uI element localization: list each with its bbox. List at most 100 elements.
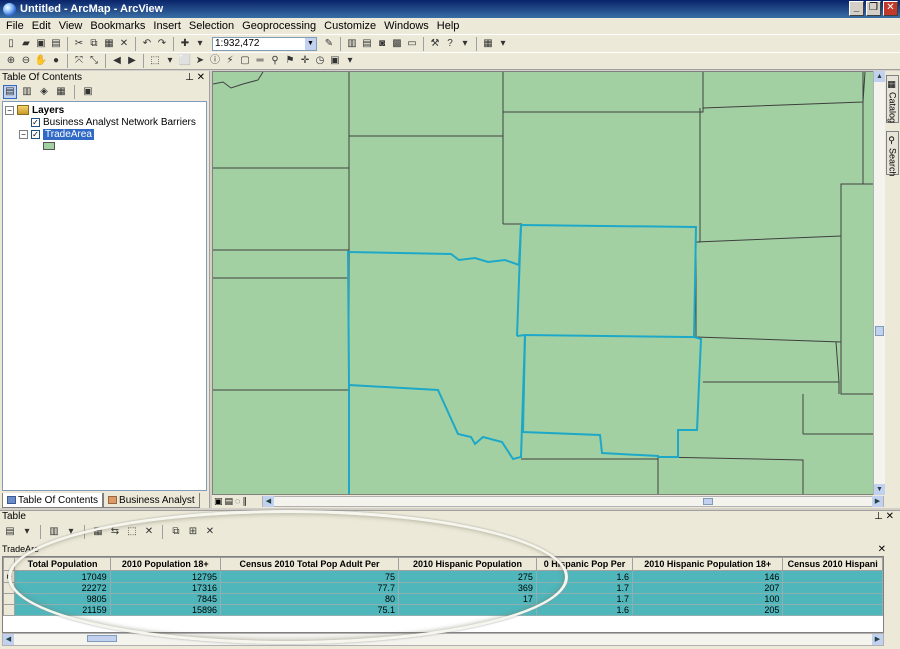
html-popup-icon[interactable]: ▢ bbox=[238, 54, 252, 68]
table-cell[interactable]: 9805 bbox=[14, 593, 111, 605]
attribute-table-grid[interactable]: Total Population 2010 Population 18+ Cen… bbox=[2, 556, 884, 633]
table-cell[interactable]: 75.1 bbox=[219, 604, 400, 616]
menu-file[interactable]: File bbox=[4, 20, 30, 32]
table-cell[interactable]: 22272 bbox=[14, 582, 111, 594]
layer-item-network-barriers[interactable]: ✓ Business Analyst Network Barriers bbox=[5, 116, 204, 128]
copy-records-icon[interactable]: ⧉ bbox=[169, 525, 183, 539]
clear-selection-icon[interactable]: ⬚ bbox=[125, 525, 139, 539]
table-cell[interactable]: 12795 bbox=[109, 570, 221, 583]
list-by-drawing-order-icon[interactable]: ▤ bbox=[3, 84, 17, 99]
maximize-button[interactable]: ❐ bbox=[866, 1, 881, 16]
scroll-down-arrow-icon[interactable]: ▼ bbox=[874, 484, 885, 495]
toolbar-options-icon-3[interactable]: ▾ bbox=[343, 54, 357, 68]
close-icon[interactable]: ✕ bbox=[886, 511, 894, 522]
create-viewer-window-icon[interactable]: ▣ bbox=[328, 54, 342, 68]
tab-catalog[interactable]: ▦ Catalog bbox=[886, 75, 899, 123]
table-cell[interactable]: 1.6 bbox=[535, 604, 634, 616]
scroll-left-arrow-icon[interactable]: ◀ bbox=[3, 634, 14, 645]
dropdown-arrow-icon[interactable]: ▾ bbox=[193, 37, 207, 51]
redo-icon[interactable]: ↷ bbox=[155, 37, 169, 51]
go-to-xy-icon[interactable]: ✛ bbox=[298, 54, 312, 68]
arctoolbox-icon[interactable]: ▩ bbox=[390, 37, 404, 51]
column-header[interactable]: 2010 Hispanic Population bbox=[398, 557, 537, 571]
business-analyst-icon[interactable]: ▦ bbox=[481, 37, 495, 51]
table-cell[interactable]: 369 bbox=[398, 582, 537, 594]
map-vertical-scrollbar[interactable]: ▲ ▼ bbox=[873, 71, 885, 495]
table-cell[interactable]: 100 bbox=[632, 593, 784, 605]
scroll-left-arrow-icon[interactable]: ◀ bbox=[263, 496, 274, 507]
hyperlink-icon[interactable]: ⚡ bbox=[223, 54, 237, 68]
table-cell[interactable] bbox=[782, 582, 883, 594]
delete-icon[interactable]: ✕ bbox=[117, 37, 131, 51]
find-route-icon[interactable]: ⚑ bbox=[283, 54, 297, 68]
row-selector-header[interactable] bbox=[3, 557, 16, 571]
layer-symbol-tradearea[interactable] bbox=[5, 140, 204, 152]
column-header[interactable]: Total Population bbox=[14, 557, 111, 571]
layout-view-icon[interactable]: ▤ bbox=[225, 496, 234, 507]
measure-ruler-icon[interactable]: ═ bbox=[253, 54, 267, 68]
refresh-icon[interactable]: ◌ bbox=[235, 496, 240, 507]
delete-records-icon[interactable]: ✕ bbox=[203, 525, 217, 539]
layers-root[interactable]: − Layers bbox=[5, 104, 204, 116]
list-by-selection-icon[interactable]: ▦ bbox=[54, 85, 68, 99]
add-data-icon[interactable]: ✚ bbox=[178, 37, 192, 51]
close-icon[interactable]: ✕ bbox=[878, 544, 886, 556]
toolbar-options-icon[interactable]: ▾ bbox=[458, 37, 472, 51]
table-cell[interactable]: 17049 bbox=[14, 570, 111, 583]
toc-options-icon[interactable]: ▣ bbox=[81, 85, 95, 99]
table-cell[interactable]: 1.7 bbox=[535, 582, 634, 594]
layer-visibility-checkbox[interactable]: ✓ bbox=[31, 129, 40, 139]
delete-selected-icon[interactable]: ✕ bbox=[142, 525, 156, 539]
table-cell[interactable]: 77.7 bbox=[219, 582, 400, 594]
table-cell[interactable]: 17 bbox=[398, 593, 537, 605]
row-selector[interactable]: ▸ bbox=[3, 570, 16, 583]
column-header[interactable]: 2010 Population 18+ bbox=[109, 557, 221, 571]
menu-geoprocessing[interactable]: Geoprocessing bbox=[240, 20, 322, 32]
zoom-in-icon[interactable]: ⊕ bbox=[4, 54, 18, 68]
column-header[interactable]: 2010 Hispanic Population 18+ bbox=[632, 557, 784, 571]
scroll-thumb[interactable] bbox=[87, 635, 117, 642]
scroll-thumb[interactable] bbox=[875, 326, 884, 336]
table-cell[interactable]: 21159 bbox=[14, 604, 111, 616]
list-by-source-icon[interactable]: ▥ bbox=[20, 85, 34, 99]
help-question-icon[interactable]: ? bbox=[443, 37, 457, 51]
table-cell[interactable]: 146 bbox=[632, 570, 784, 583]
column-header[interactable]: Census 2010 Hispani bbox=[782, 557, 883, 571]
table-horizontal-scrollbar[interactable]: ◀ ▶ bbox=[2, 633, 884, 646]
scroll-right-arrow-icon[interactable]: ▶ bbox=[872, 496, 883, 507]
scroll-thumb[interactable] bbox=[703, 498, 713, 505]
table-cell[interactable]: 207 bbox=[632, 582, 784, 594]
back-arrow-icon[interactable]: ◀ bbox=[110, 54, 124, 68]
row-selector[interactable] bbox=[3, 604, 16, 616]
new-document-icon[interactable]: ▯ bbox=[4, 37, 18, 51]
pin-icon[interactable]: ⊥ bbox=[185, 72, 194, 83]
table-cell[interactable]: 1.6 bbox=[535, 570, 634, 583]
table-cell[interactable] bbox=[398, 604, 537, 616]
paste-icon[interactable]: ▦ bbox=[102, 37, 116, 51]
table-cell[interactable]: 205 bbox=[632, 604, 784, 616]
search-window-icon[interactable]: ◙ bbox=[375, 37, 389, 51]
menu-help[interactable]: Help bbox=[435, 20, 466, 32]
table-cell[interactable]: 275 bbox=[398, 570, 537, 583]
forward-arrow-icon[interactable]: ▶ bbox=[125, 54, 139, 68]
close-icon[interactable]: ✕ bbox=[197, 72, 205, 83]
table-row[interactable]: 9805 7845 80 17 1.7 100 bbox=[3, 593, 883, 605]
menu-view[interactable]: View bbox=[57, 20, 89, 32]
identify-icon[interactable]: ⓘ bbox=[208, 54, 222, 68]
collapse-icon[interactable]: − bbox=[19, 129, 28, 139]
polygon-symbol-swatch[interactable] bbox=[43, 142, 55, 150]
select-features-icon[interactable]: ⬚ bbox=[148, 54, 162, 68]
find-binoculars-icon[interactable]: ⚲ bbox=[268, 54, 282, 68]
table-tab-name[interactable]: TradeAre bbox=[2, 544, 39, 556]
switch-selection-icon[interactable]: ⇆ bbox=[108, 525, 122, 539]
data-view-icon[interactable]: ▣ bbox=[214, 496, 223, 507]
fixed-zoom-out-icon[interactable]: ⤡ bbox=[87, 54, 101, 68]
map-horizontal-scrollbar[interactable]: ◀ ▶ bbox=[262, 496, 884, 507]
toolbar-options-icon-2[interactable]: ▾ bbox=[496, 37, 510, 51]
pause-drawing-icon[interactable]: ∥ bbox=[242, 496, 247, 507]
tab-business-analyst[interactable]: Business Analyst bbox=[103, 493, 200, 508]
menu-customize[interactable]: Customize bbox=[322, 20, 382, 32]
clear-selection-icon[interactable]: ⬜ bbox=[178, 54, 192, 68]
table-cell[interactable]: 75 bbox=[219, 570, 400, 583]
table-options-icon[interactable]: ▤ bbox=[3, 525, 17, 539]
